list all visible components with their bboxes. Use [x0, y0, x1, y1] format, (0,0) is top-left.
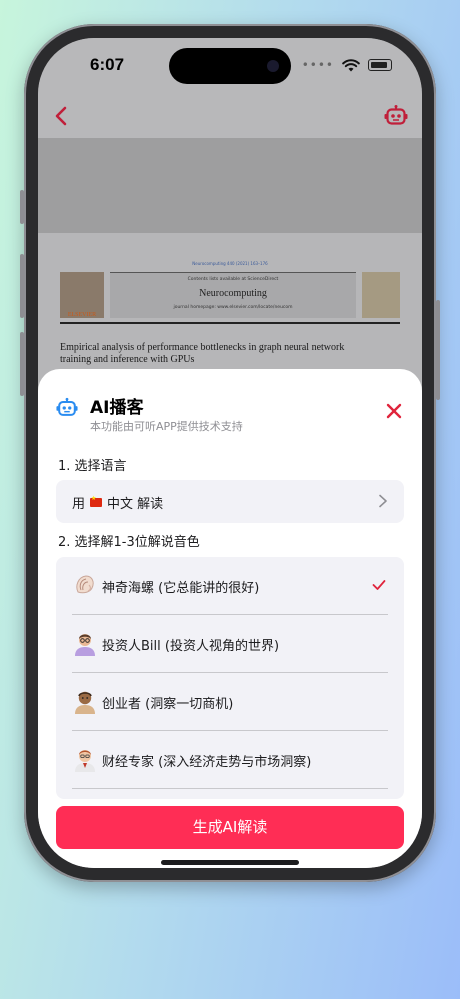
status-bar: 6:07 •••• [38, 38, 422, 94]
conch-icon [76, 575, 94, 594]
status-icons: •••• [302, 58, 392, 72]
signal-dots-icon: •••• [301, 58, 334, 72]
document-header-area [38, 138, 422, 233]
sheet-subtitle: 本功能由可听APP提供技术支持 [90, 420, 243, 433]
sheet-header: AI播客 本功能由可听APP提供技术支持 [56, 391, 404, 435]
close-icon[interactable] [384, 401, 404, 421]
voice-label: 财经专家 (深入经济走势与市场洞察) [102, 755, 312, 770]
status-time: 6:07 [90, 55, 125, 74]
silent-switch [20, 190, 24, 224]
navigation-bar [38, 98, 422, 134]
home-indicator[interactable] [161, 860, 299, 865]
robot-icon[interactable] [384, 104, 408, 128]
voice-item-finance-expert[interactable]: 财经专家 (深入经济走势与市场洞察) [72, 731, 388, 789]
entrepreneur-avatar [75, 691, 95, 714]
language-section-label: 1. 选择语言 [58, 459, 127, 474]
generate-ai-button[interactable]: 生成AI解读 [56, 806, 404, 849]
volume-up-button [20, 254, 24, 318]
paper-title: Empirical analysis of performance bottle… [60, 342, 345, 365]
journal-cover-image [362, 272, 400, 318]
robot-icon [56, 397, 78, 416]
language-prefix: 用 [72, 497, 86, 512]
phone-screen: 6:07 •••• Neurocomputing 440 (2021) 163–… [38, 38, 422, 868]
language-selector[interactable]: 用 中文 解读 [56, 480, 404, 523]
back-chevron-icon[interactable] [50, 104, 74, 128]
voice-item-investor[interactable]: 投资人Bill (投资人视角的世界) [72, 615, 388, 673]
journal-name: Neurocomputing [199, 288, 267, 299]
paper-first-page: Neurocomputing 440 (2021) 163–176 ELSEVI… [60, 261, 400, 366]
journal-info-box: Contents lists available at ScienceDirec… [110, 272, 356, 318]
investor-avatar [75, 634, 95, 656]
checkmark-icon [372, 580, 386, 590]
journal-header: ELSEVIER Contents lists available at Sci… [60, 272, 400, 318]
volume-down-button [20, 332, 24, 396]
language-selector-text: 用 中文 解读 [72, 493, 163, 512]
voice-item-entrepreneur[interactable]: 创业者 (洞察一切商机) [72, 673, 388, 731]
china-flag-icon [90, 495, 103, 507]
publisher-logo: ELSEVIER [60, 272, 104, 318]
voice-label: 神奇海螺 (它总能讲的很好) [102, 581, 260, 596]
power-button [436, 300, 440, 400]
finance-expert-avatar [75, 750, 95, 772]
voice-list: 神奇海螺 (它总能讲的很好) 投资人Bill (投资人视角的世界) 创业者 (洞… [56, 557, 404, 799]
sheet-title: AI播客 [90, 398, 144, 418]
dynamic-island [169, 48, 291, 84]
paper-divider [60, 322, 400, 324]
camera-icon [267, 60, 279, 72]
journal-homepage: journal homepage: www.elsevier.com/locat… [173, 305, 293, 310]
contents-list-text: Contents lists available at ScienceDirec… [187, 277, 279, 282]
language-name: 中文 解读 [107, 497, 164, 512]
chevron-right-icon [379, 494, 387, 508]
wifi-icon [342, 58, 360, 71]
battery-icon [368, 59, 392, 71]
voice-label: 创业者 (洞察一切商机) [102, 697, 234, 712]
voice-section-label: 2. 选择解1-3位解说音色 [58, 535, 200, 550]
voice-label: 投资人Bill (投资人视角的世界) [102, 639, 280, 654]
ai-podcast-sheet: AI播客 本功能由可听APP提供技术支持 1. 选择语言 用 中文 解读 2. … [38, 369, 422, 868]
journal-citation: Neurocomputing 440 (2021) 163–176 [192, 261, 268, 266]
voice-item-conch[interactable]: 神奇海螺 (它总能讲的很好) [72, 557, 388, 615]
